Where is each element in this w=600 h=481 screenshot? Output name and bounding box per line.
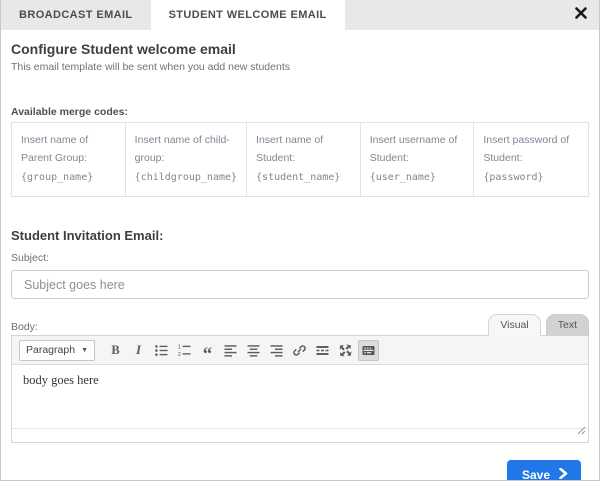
bulleted-list-button[interactable] [151, 340, 172, 361]
paragraph-format-select[interactable]: Paragraph ▼ [19, 339, 95, 361]
svg-text:2: 2 [178, 352, 181, 358]
invitation-email-title: Student Invitation Email: [11, 228, 164, 244]
bulleted-list-icon [155, 344, 168, 356]
close-button[interactable] [563, 0, 599, 30]
merge-code-description: Insert username of Student: [369, 134, 458, 165]
tab-broadcast-email[interactable]: BROADCAST EMAIL [1, 0, 151, 30]
chevron-right-icon [559, 467, 568, 480]
numbered-list-button[interactable]: 1 2 [174, 340, 195, 361]
bold-button[interactable]: B [105, 340, 126, 361]
merge-code-username: Insert username of Student: {user_name} [361, 123, 475, 197]
align-left-button[interactable] [220, 340, 241, 361]
format-select-value: Paragraph [26, 344, 76, 357]
merge-code-value: {group_name} [21, 171, 94, 183]
fullscreen-icon [339, 344, 352, 357]
insert-more-tag-icon [316, 345, 329, 355]
toolbar-toggle-button[interactable] [358, 339, 379, 361]
visual-mode-button[interactable]: Visual [488, 314, 541, 337]
merge-code-description: Insert name of Student: [256, 134, 324, 165]
text-mode-button[interactable]: Text [545, 314, 589, 337]
merge-code-description: Insert name of Parent Group: [21, 134, 89, 165]
merge-codes-section: Available merge codes: Insert name of Pa… [11, 106, 589, 198]
subject-input[interactable] [11, 270, 589, 300]
body-editor: Paragraph ▼ B I 1 2 “ body goes here [11, 335, 589, 444]
email-config-modal: BROADCAST EMAIL STUDENT WELCOME EMAIL Co… [0, 0, 600, 481]
toolbar-toggle-icon [362, 345, 375, 355]
italic-button[interactable]: I [128, 340, 149, 361]
body-content-area[interactable]: body goes here [12, 365, 588, 430]
merge-code-password: Insert password of Student: {password} [474, 123, 588, 196]
merge-code-childgroup: Insert name of child-group: {childgroup_… [126, 123, 248, 197]
save-button-label: Save [521, 468, 550, 481]
save-button[interactable]: Save [506, 460, 581, 481]
link-icon [293, 345, 306, 356]
tab-student-welcome-email[interactable]: STUDENT WELCOME EMAIL [150, 0, 345, 30]
align-right-button[interactable] [266, 340, 287, 361]
merge-codes-table: Insert name of Parent Group: {group_name}… [11, 122, 589, 198]
merge-code-value: {childgroup_name} [134, 171, 238, 183]
numbered-list-icon: 1 2 [178, 344, 191, 358]
merge-code-value: {student_name} [256, 171, 341, 183]
modal-footer: Save [11, 443, 589, 481]
modal-content: Configure Student welcome email This ema… [1, 30, 599, 481]
merge-code-value: {user_name} [369, 171, 436, 183]
merge-code-value: {password} [483, 171, 544, 183]
page-subtitle: This email template will be sent when yo… [11, 61, 290, 73]
editor-mode-switch: Visual Text [488, 313, 589, 337]
resize-handle[interactable] [577, 422, 586, 440]
align-center-button[interactable] [243, 340, 264, 361]
merge-code-description: Insert name of child-group: [134, 134, 230, 165]
fullscreen-button[interactable] [335, 340, 356, 361]
editor-statusbar [12, 426, 588, 443]
modal-tabbar: BROADCAST EMAIL STUDENT WELCOME EMAIL [1, 0, 599, 30]
merge-code-student-name: Insert name of Student: {student_name} [247, 123, 361, 197]
page-title: Configure Student welcome email [11, 41, 236, 57]
subject-label: Subject: [11, 252, 49, 265]
editor-toolbar: Paragraph ▼ B I 1 2 “ [12, 336, 588, 366]
blockquote-button[interactable]: “ [197, 340, 218, 364]
merge-codes-label: Available merge codes: [11, 106, 128, 118]
body-label: Body: [11, 321, 38, 334]
invitation-email-section: Student Invitation Email: Subject: Body:… [11, 228, 589, 481]
close-icon [575, 6, 587, 24]
body-row: Body: Visual Text [11, 313, 589, 337]
insert-more-tag-button[interactable] [312, 340, 333, 361]
merge-code-parent-group: Insert name of Parent Group: {group_name} [12, 123, 126, 197]
insert-link-button[interactable] [289, 340, 310, 361]
svg-text:1: 1 [178, 344, 181, 350]
align-right-icon [270, 345, 283, 357]
merge-code-description: Insert password of Student: [483, 134, 570, 165]
align-left-icon [224, 345, 237, 357]
chevron-down-icon: ▼ [81, 346, 88, 354]
align-center-icon [247, 345, 260, 357]
